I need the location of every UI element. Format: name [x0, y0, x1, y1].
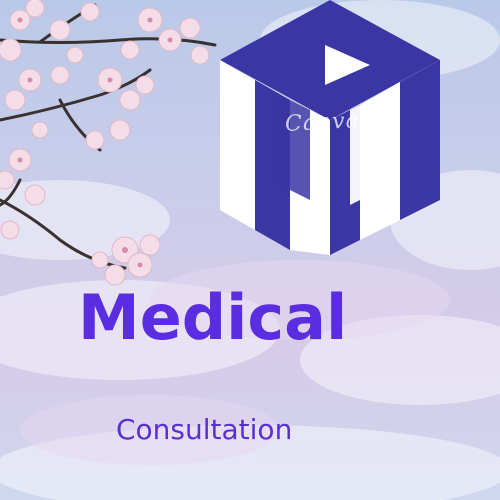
canva-watermark: Canva	[284, 108, 361, 137]
poster-canvas: Canva Medical Consultation	[0, 0, 500, 500]
headline-medical: Medical	[78, 281, 348, 354]
subheadline-consultation: Consultation	[116, 413, 293, 446]
